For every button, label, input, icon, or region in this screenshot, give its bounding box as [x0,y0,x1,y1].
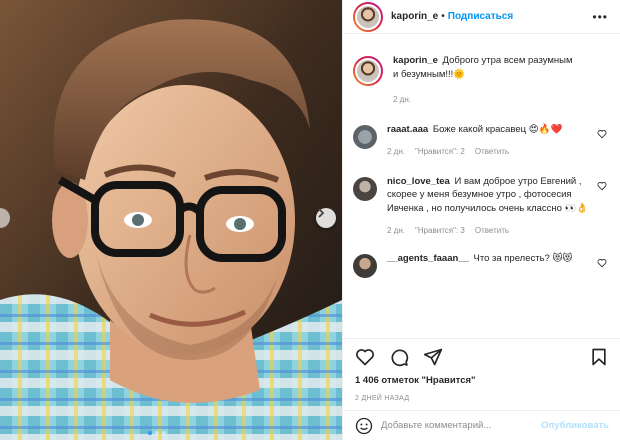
list-item: __agents_faaan__ Что за прелесть? 😻😻 [343,252,620,278]
author-avatar[interactable] [353,1,383,32]
commenter-avatar[interactable] [353,124,377,149]
header-separator: • [441,11,445,22]
carousel-indicator [148,431,166,435]
carousel-dot [155,431,159,435]
more-options-icon[interactable]: ••• [592,10,608,24]
author-username[interactable]: kaporin_e [391,11,438,22]
post-header: kaporin_e • Подписаться ••• [343,0,620,34]
follow-button[interactable]: Подписаться [448,11,513,22]
share-icon[interactable] [423,347,443,367]
heart-icon[interactable] [597,258,607,268]
caption-username[interactable]: kaporin_e [393,55,438,66]
post-actions: 1 406 отметок "Нравится" 2 ДНЕЙ НАЗАД [343,338,620,402]
like-icon[interactable] [355,347,375,367]
post-date[interactable]: 2 ДНЕЙ НАЗАД [355,395,609,402]
comment-username[interactable]: raaat.aaa [387,124,428,135]
comment-icon[interactable] [389,347,409,367]
comment-time[interactable]: 2 дн. [387,145,405,159]
caption-row: kaporin_e Доброго утра всем разумным и б… [343,54,620,107]
bookmark-icon[interactable] [589,347,609,367]
comment-username[interactable]: nico_love_tea [387,176,450,187]
carousel-dot [148,431,152,435]
portrait-image [0,0,342,440]
next-photo-button[interactable] [316,208,336,228]
post-sidebar: kaporin_e • Подписаться ••• kaporin_e До… [342,0,620,440]
comment-username[interactable]: __agents_faaan__ [387,253,469,264]
chevron-right-icon [318,208,325,218]
heart-icon[interactable] [597,129,607,139]
comment-text: Что за прелесть? 😻😻 [473,252,573,264]
author-avatar[interactable] [353,56,383,86]
comment-text: Боже какой красавец 😍🔥❤️ [432,123,563,135]
comment-time[interactable]: 2 дн. [387,224,405,238]
reply-button[interactable]: Ответить [475,224,509,238]
list-item: nico_love_tea И вам доброе утро Евгений … [343,175,620,238]
comments-list: kaporin_e Доброго утра всем разумным и б… [343,48,620,278]
post-photo[interactable] [0,0,342,440]
carousel-dot [162,431,166,435]
reply-button[interactable]: Ответить [475,145,509,159]
commenter-avatar[interactable] [353,176,377,201]
caption-time[interactable]: 2 дн. [393,93,411,107]
likes-count[interactable]: 1 406 отметок "Нравится" [355,375,609,386]
list-item: raaat.aaa Боже какой красавец 😍🔥❤️ 2 дн.… [343,123,620,159]
commenter-avatar[interactable] [353,253,377,278]
comment-likes[interactable]: "Нравится": 3 [415,224,465,238]
comment-likes[interactable]: "Нравится": 2 [415,145,465,159]
add-comment-bar: Добавьте комментарий... Опубликовать [343,410,620,440]
publish-button[interactable]: Опубликовать [541,420,609,431]
comment-input[interactable]: Добавьте комментарий... [381,420,541,431]
heart-icon[interactable] [597,181,607,191]
emoji-icon[interactable] [355,417,373,435]
